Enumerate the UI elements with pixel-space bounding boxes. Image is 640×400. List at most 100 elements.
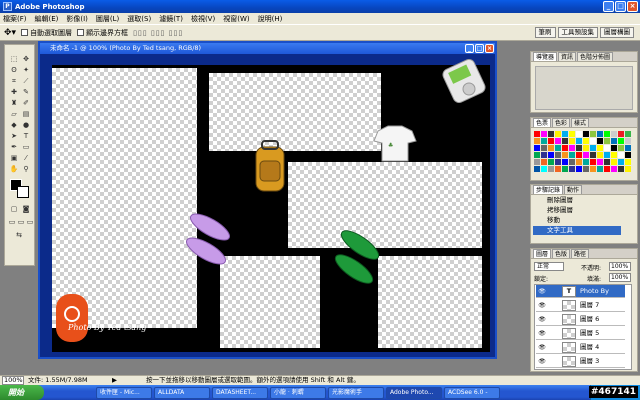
opacity-input[interactable]: 100% (609, 262, 631, 271)
layer-row[interactable]: 👁 圖層 6 (536, 313, 625, 326)
taskbar-item[interactable]: 小龍 · 刺蝟 (270, 386, 326, 399)
color-swatch[interactable] (583, 131, 589, 137)
layer-row[interactable]: 👁 圖層 5 (536, 327, 625, 340)
color-swatch[interactable] (625, 159, 631, 165)
taskbar-item[interactable]: 光影魔術手 (328, 386, 384, 399)
color-swatch[interactable] (562, 159, 568, 165)
color-swatch[interactable] (597, 131, 603, 137)
magic-wand-icon[interactable]: ✦ (21, 66, 31, 75)
color-swatch[interactable] (569, 166, 575, 172)
color-swatch[interactable] (548, 152, 554, 158)
navigator-preview[interactable] (535, 66, 633, 110)
color-swatch[interactable] (618, 166, 624, 172)
tab-channels[interactable]: 色版 (552, 249, 571, 258)
color-swatch[interactable] (569, 145, 575, 151)
color-swatch[interactable] (590, 138, 596, 144)
align-buttons[interactable]: ▯▯▯ ▯▯▯ ▯▯▯ (133, 29, 183, 37)
tab-actions[interactable]: 動作 (564, 185, 583, 194)
color-swatch[interactable] (583, 159, 589, 165)
color-swatch[interactable] (625, 145, 631, 151)
doc-close-button[interactable]: × (485, 44, 494, 53)
color-swatch[interactable] (611, 159, 617, 165)
color-swatch[interactable] (534, 159, 540, 165)
color-swatch[interactable] (569, 152, 575, 158)
fill-input[interactable]: 100% (609, 273, 631, 282)
doc-maximize-button[interactable]: □ (475, 44, 484, 53)
color-swatch[interactable] (611, 138, 617, 144)
history-item[interactable]: 移動 (533, 216, 621, 225)
layer-row[interactable]: 👁 圖層 4 (536, 341, 625, 354)
color-swatch[interactable] (625, 152, 631, 158)
auto-select-checkbox[interactable]: 自動選取圖層 (21, 28, 72, 38)
standard-mode-icon[interactable]: ▢ (9, 205, 19, 214)
color-swatch[interactable] (576, 131, 582, 137)
healing-brush-icon[interactable]: ✚ (9, 88, 19, 97)
document-canvas[interactable]: ♣ Photo By Ted tsang (52, 59, 490, 352)
color-swatch[interactable] (625, 138, 631, 144)
taskbar-item[interactable]: 收件匣 - Mic... (96, 386, 152, 399)
color-swatch[interactable] (548, 131, 554, 137)
color-swatch[interactable] (555, 159, 561, 165)
tab-brushes[interactable]: 筆刷 (534, 27, 556, 38)
pen-tool-icon[interactable]: ✒ (9, 143, 19, 152)
zoom-tool-icon[interactable]: ⚲ (21, 165, 31, 174)
color-swatch[interactable] (604, 131, 610, 137)
color-swatch[interactable] (576, 145, 582, 151)
color-swatch[interactable] (590, 131, 596, 137)
taskbar-item-active[interactable]: Adobe Photo... (386, 386, 442, 399)
color-swatch[interactable] (583, 145, 589, 151)
color-swatch[interactable] (534, 152, 540, 158)
doc-size[interactable]: 文件: 1.55M/7.98M (28, 376, 88, 385)
color-swatch[interactable] (618, 145, 624, 151)
color-swatch[interactable] (569, 131, 575, 137)
tab-layer-comps[interactable]: 圖層構圖 (600, 27, 634, 38)
imageready-icon[interactable]: ⇆ (14, 231, 24, 240)
menu-image[interactable]: 影像(I) (66, 14, 88, 24)
color-swatch[interactable] (576, 166, 582, 172)
menu-select[interactable]: 選取(S) (127, 14, 151, 24)
color-swatch[interactable] (562, 138, 568, 144)
color-swatch[interactable] (625, 131, 631, 137)
color-swatch[interactable] (562, 166, 568, 172)
color-swatch[interactable] (548, 159, 554, 165)
color-swatch[interactable] (555, 152, 561, 158)
quick-mask-icon[interactable]: ◙ (21, 205, 31, 214)
color-swatch[interactable] (576, 138, 582, 144)
clone-stamp-icon[interactable]: ♜ (9, 99, 19, 108)
color-swatch[interactable] (583, 166, 589, 172)
color-swatch[interactable] (618, 131, 624, 137)
tab-layers[interactable]: 圖層 (533, 249, 552, 258)
color-swatch[interactable] (541, 152, 547, 158)
gradient-tool-icon[interactable]: ▤ (21, 110, 31, 119)
color-swatch[interactable] (618, 159, 624, 165)
color-swatch[interactable] (590, 159, 596, 165)
type-tool-icon[interactable]: T (21, 132, 31, 141)
color-swatch[interactable] (534, 166, 540, 172)
start-button[interactable]: 開始 (0, 385, 44, 400)
color-swatch[interactable] (534, 138, 540, 144)
doc-minimize-button[interactable]: _ (465, 44, 474, 53)
color-swatch[interactable] (597, 138, 603, 144)
brush-tool-icon[interactable]: ✎ (21, 88, 31, 97)
color-swatch[interactable] (569, 138, 575, 144)
color-swatch[interactable] (555, 138, 561, 144)
blur-tool-icon[interactable]: ◆ (9, 121, 19, 130)
background-color-swatch[interactable] (17, 186, 29, 198)
color-swatch[interactable] (562, 131, 568, 137)
shape-tool-icon[interactable]: ▭ (21, 143, 31, 152)
color-swatch[interactable] (562, 145, 568, 151)
color-swatch[interactable] (611, 166, 617, 172)
eye-icon[interactable]: 👁 (538, 358, 546, 365)
tab-history[interactable]: 步驟記錄 (533, 185, 564, 194)
color-swatch[interactable] (541, 145, 547, 151)
eraser-tool-icon[interactable]: ▱ (9, 110, 19, 119)
marquee-tool-icon[interactable]: ⬚ (9, 55, 19, 64)
show-bounds-checkbox[interactable]: 顯示邊界方框 (77, 28, 128, 38)
move-tool-icon[interactable]: ✥▾ (4, 28, 16, 38)
layer-row-text[interactable]: 👁 T Photo By Ted... (536, 285, 625, 308)
menu-view[interactable]: 檢視(V) (191, 14, 215, 24)
color-swatch[interactable] (548, 145, 554, 151)
layer-row[interactable]: 👁 圖層 3 (536, 355, 625, 368)
tab-color[interactable]: 色彩 (552, 118, 571, 127)
menu-filter[interactable]: 濾鏡(T) (159, 14, 183, 24)
